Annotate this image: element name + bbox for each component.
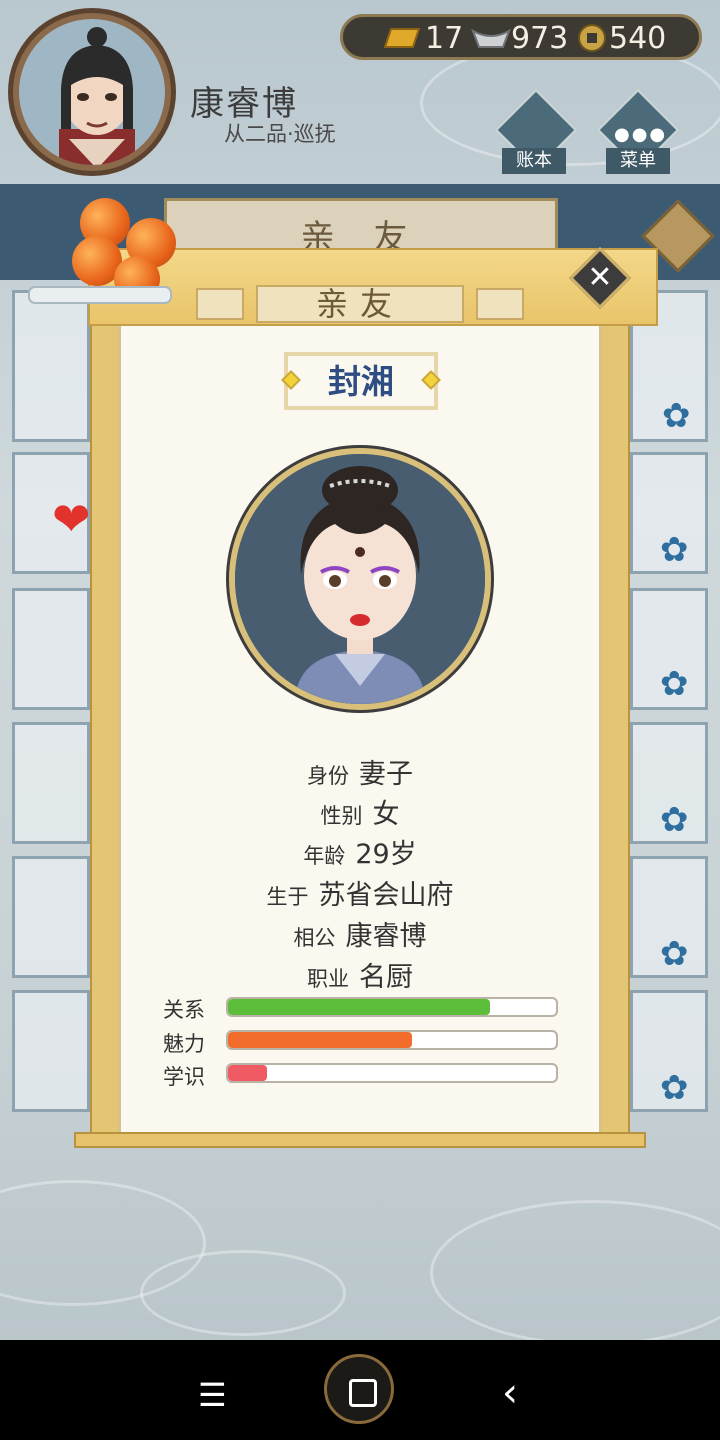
back-icon[interactable]: ‹ (502, 1370, 518, 1416)
gold-count: 17 (425, 21, 464, 56)
menu-label[interactable]: 菜单 (606, 148, 670, 174)
info-age: 年龄 29岁 (303, 839, 417, 870)
character-name: 封湘 (281, 352, 441, 410)
player-avatar[interactable] (8, 8, 176, 176)
stat-charm-bar (226, 1030, 558, 1050)
flower-icon: ✿ (662, 396, 691, 436)
silver-ingot-icon (471, 28, 511, 48)
info-husband: 相公 康睿博 (293, 921, 427, 952)
silver-count: 973 (511, 21, 569, 56)
info-identity: 身份 妻子 (307, 759, 413, 790)
info-occupation: 职业 名厨 (307, 962, 413, 993)
currency-bar: 17 973 540 (340, 14, 702, 60)
stat-relationship-label: 关系 (163, 998, 205, 1022)
gold-bar-icon (383, 28, 421, 48)
modal-title: 亲友 (256, 285, 464, 323)
flower-icon: ✿ (660, 1068, 689, 1108)
list-item[interactable] (12, 290, 90, 442)
list-item[interactable] (12, 722, 90, 844)
flower-icon: ✿ (660, 934, 689, 974)
stat-charm-fill (228, 1032, 412, 1048)
info-birthplace: 生于 苏省会山府 (266, 880, 454, 911)
list-item[interactable] (12, 990, 90, 1112)
more-dots-icon: ●●● (614, 124, 668, 145)
system-nav-bar: ☰ ‹ (0, 1340, 720, 1440)
header-ornament (196, 288, 244, 320)
coin-icon (578, 24, 606, 52)
cloud-decoration (140, 1250, 346, 1336)
character-portrait (229, 448, 491, 710)
stat-charm-label: 魅力 (163, 1032, 205, 1056)
close-icon: ✕ (587, 260, 613, 295)
coin-count: 540 (609, 21, 667, 56)
list-item[interactable] (12, 856, 90, 978)
flower-icon: ✿ (660, 530, 689, 570)
recent-apps-icon[interactable]: ☰ (198, 1376, 227, 1414)
player-portrait-icon (59, 27, 135, 165)
stat-relationship-fill (228, 999, 491, 1015)
info-gender: 性别女 (320, 799, 400, 830)
gem-icon (421, 370, 441, 390)
player-rank: 从二品·巡抚 (224, 122, 336, 146)
header-ornament (476, 288, 524, 320)
gem-icon (281, 370, 301, 390)
list-item[interactable] (12, 588, 90, 710)
stat-knowledge-fill (228, 1065, 268, 1081)
modal-bottom-rail (74, 1132, 646, 1148)
ledger-label[interactable]: 账本 (502, 148, 566, 174)
heart-icon: ❤ (52, 492, 91, 546)
flower-icon: ✿ (660, 800, 689, 840)
cloud-decoration (430, 1200, 720, 1340)
home-icon (349, 1379, 377, 1407)
stat-knowledge-bar (226, 1063, 558, 1083)
stat-relationship-bar (226, 997, 558, 1017)
stat-knowledge-label: 学识 (163, 1065, 205, 1089)
character-portrait-icon (235, 454, 485, 704)
flower-icon: ✿ (660, 664, 689, 704)
home-button[interactable] (324, 1354, 394, 1424)
